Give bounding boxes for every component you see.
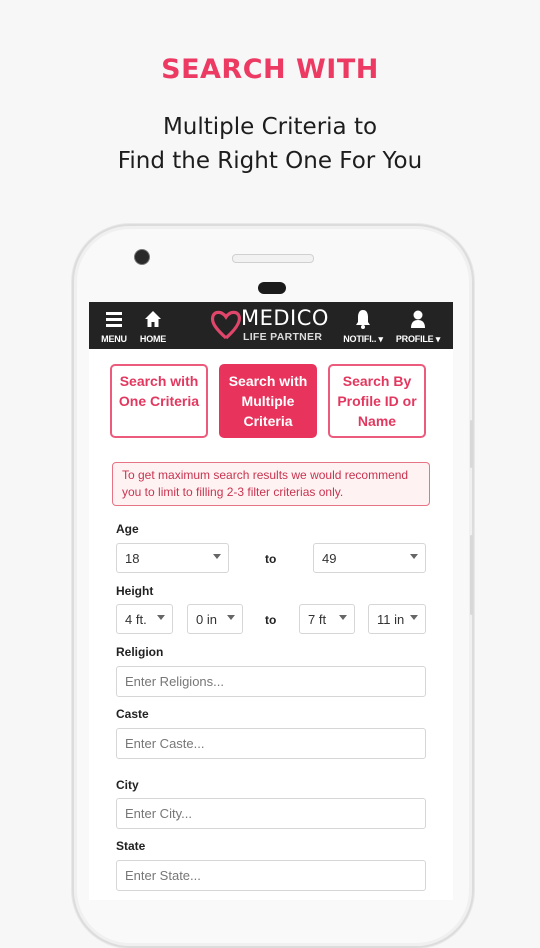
height-to-in-value: 11 in [377,612,405,627]
home-button[interactable]: HOME [137,308,169,344]
age-to-select[interactable]: 49 [313,543,426,573]
speaker-grille [232,254,314,263]
profile-button[interactable]: PROFILE ▾ [393,308,443,345]
tab-profile-id-or-name[interactable]: Search By Profile ID or Name [328,364,426,438]
notifications-button[interactable]: NOTIFI.. ▾ [339,308,387,345]
recommendation-alert: To get maximum search results we would r… [112,462,430,506]
caret-down-icon [213,554,221,559]
age-label: Age [116,522,139,536]
medico-logo[interactable]: MEDICO LIFE PARTNER [209,306,334,344]
state-label: State [116,839,146,853]
chevron-down-icon: ▾ [435,334,441,344]
caret-down-icon [410,615,418,620]
height-to-label: to [265,613,277,627]
search-mode-tabs: Search with One Criteria Search with Mul… [110,364,430,442]
age-to-label: to [265,552,277,566]
height-from-in-value: 0 in [196,612,217,627]
home-label: HOME [139,334,167,344]
heart-logo-icon [210,310,241,340]
menu-label: MENU [101,334,127,344]
age-to-value: 49 [322,551,337,566]
caret-down-icon [227,615,235,620]
promo-subtitle-line1: Multiple Criteria to [162,114,378,140]
age-from-value: 18 [125,551,140,566]
phone-side-button [470,535,473,615]
state-input[interactable] [116,860,426,891]
home-icon [145,311,161,327]
phone-side-button [470,420,473,468]
notifications-label: NOTIFI.. ▾ [343,334,383,344]
height-from-ft-select[interactable]: 4 ft. [116,604,173,634]
city-label: City [116,778,139,792]
logo-title: MEDICO [241,306,329,330]
caret-down-icon [339,615,347,620]
religion-label: Religion [116,645,164,659]
promo-headline: SEARCH WITH [161,54,379,85]
height-label: Height [116,584,154,598]
logo-subtitle: LIFE PARTNER [243,331,323,343]
caret-down-icon [410,554,418,559]
app-screen: MENU HOME MEDICO LIFE PARTNER NOTIFI.. ▾ [89,302,453,900]
height-from-ft-value: 4 ft. [125,612,147,627]
tab-multiple-criteria[interactable]: Search with Multiple Criteria [219,364,317,438]
city-input[interactable] [116,798,426,829]
caret-down-icon [157,615,165,620]
age-from-select[interactable]: 18 [116,543,229,573]
camera-icon [134,249,150,265]
profile-label: PROFILE ▾ [395,334,441,344]
top-navigation-bar: MENU HOME MEDICO LIFE PARTNER NOTIFI.. ▾ [89,302,453,349]
caste-input[interactable] [116,728,426,759]
height-from-in-select[interactable]: 0 in [187,604,243,634]
height-to-in-select[interactable]: 11 in [368,604,426,634]
tab-one-criteria[interactable]: Search with One Criteria [110,364,208,438]
height-to-ft-value: 7 ft [308,612,327,627]
promo-subtitle-line2: Find the Right One For You [117,148,423,174]
hamburger-icon [106,312,122,327]
caste-label: Caste [116,707,149,721]
height-to-ft-select[interactable]: 7 ft [299,604,355,634]
user-icon [411,310,425,328]
front-sensor [258,282,286,294]
menu-button[interactable]: MENU [99,308,129,344]
bell-icon [356,310,370,329]
religion-input[interactable] [116,666,426,697]
chevron-down-icon: ▾ [378,334,383,344]
